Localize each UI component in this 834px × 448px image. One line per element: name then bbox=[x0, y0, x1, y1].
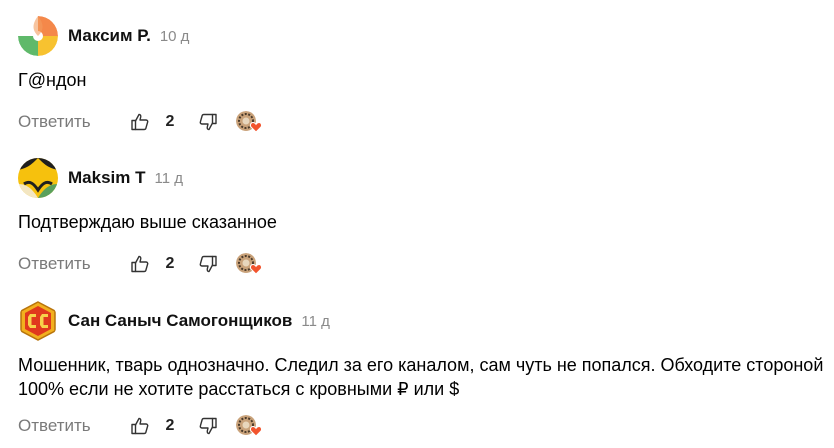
comment-header: Сан Саныч Самогонщиков 11 д bbox=[18, 299, 824, 343]
reply-button[interactable]: Ответить bbox=[18, 112, 130, 132]
reaction-avatar-heart-icon[interactable] bbox=[236, 253, 263, 275]
thumbs-down-icon[interactable] bbox=[198, 254, 218, 274]
avatar[interactable] bbox=[18, 301, 58, 341]
thumbs-up-icon[interactable] bbox=[130, 416, 150, 436]
comment-actions: Ответить 2 bbox=[18, 413, 824, 439]
comment: Maksim T 11 д Подтверждаю выше сказанное… bbox=[18, 156, 824, 277]
comment-actions: Ответить 2 bbox=[18, 251, 824, 277]
reply-button[interactable]: Ответить bbox=[18, 254, 130, 274]
reply-button[interactable]: Ответить bbox=[18, 416, 130, 436]
comment: Сан Саныч Самогонщиков 11 д Мошенник, тв… bbox=[18, 299, 824, 439]
thumbs-up-icon[interactable] bbox=[130, 254, 150, 274]
reaction-avatar-heart-icon[interactable] bbox=[236, 111, 263, 133]
reaction-avatar-heart-icon[interactable] bbox=[236, 415, 263, 437]
like-count: 2 bbox=[165, 417, 175, 434]
author-name[interactable]: Максим Р. bbox=[68, 26, 151, 46]
thumbs-down-icon[interactable] bbox=[198, 416, 218, 436]
comment-actions: Ответить 2 bbox=[18, 109, 824, 135]
thumbs-down-icon[interactable] bbox=[198, 112, 218, 132]
comment-age: 10 д bbox=[159, 27, 190, 45]
comment-age: 11 д bbox=[154, 169, 183, 187]
like-count: 2 bbox=[165, 255, 175, 272]
avatar[interactable] bbox=[18, 158, 58, 198]
comment: Максим Р. 10 д Г@ндон Ответить 2 bbox=[18, 14, 824, 135]
comment-header: Максим Р. 10 д bbox=[18, 14, 824, 58]
like-count: 2 bbox=[165, 113, 175, 130]
comment-text: Подтверждаю выше сказанное bbox=[18, 212, 277, 232]
comment-text: Мошенник, тварь однозначно. Следил за ег… bbox=[18, 355, 824, 399]
author-name[interactable]: Сан Саныч Самогонщиков bbox=[68, 311, 292, 331]
comment-text: Г@ндон bbox=[18, 70, 87, 90]
author-name[interactable]: Maksim T bbox=[68, 168, 145, 188]
avatar[interactable] bbox=[18, 16, 58, 56]
comment-age: 11 д bbox=[301, 312, 330, 330]
comment-header: Maksim T 11 д bbox=[18, 156, 824, 200]
thumbs-up-icon[interactable] bbox=[130, 112, 150, 132]
